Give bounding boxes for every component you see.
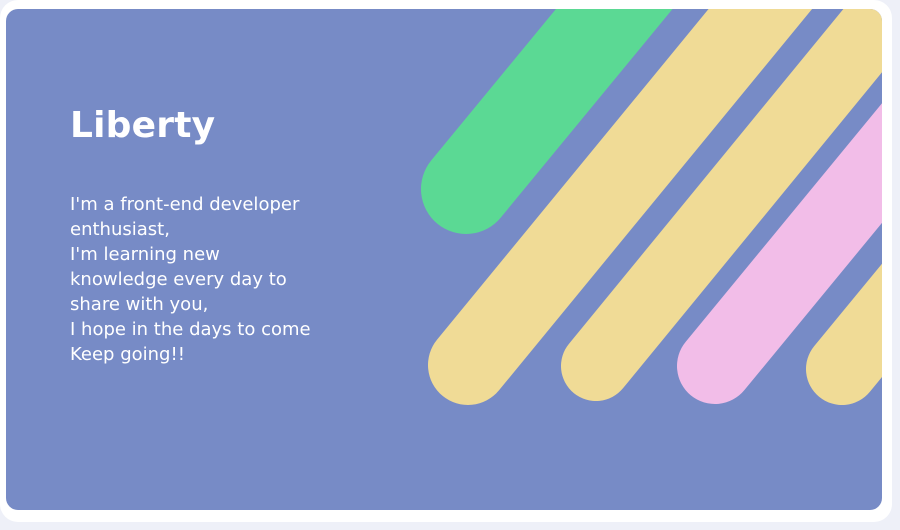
bio-line: share with you, <box>70 294 209 315</box>
card-title: Liberty <box>70 105 216 146</box>
profile-card: Liberty I'm a front-end developer enthus… <box>6 9 882 510</box>
bio-text: I'm a front-end developer enthusiast, I'… <box>70 192 340 367</box>
card-frame: Liberty I'm a front-end developer enthus… <box>0 0 892 522</box>
bio-line: I'm a front-end developer <box>70 194 300 215</box>
bio-line: I'm learning new <box>70 244 220 265</box>
bio-line: I hope in the days to come <box>70 319 311 340</box>
bio-line: Keep going!! <box>70 344 185 365</box>
bio-line: knowledge every day to <box>70 269 287 290</box>
bio-line: enthusiast, <box>70 219 170 240</box>
